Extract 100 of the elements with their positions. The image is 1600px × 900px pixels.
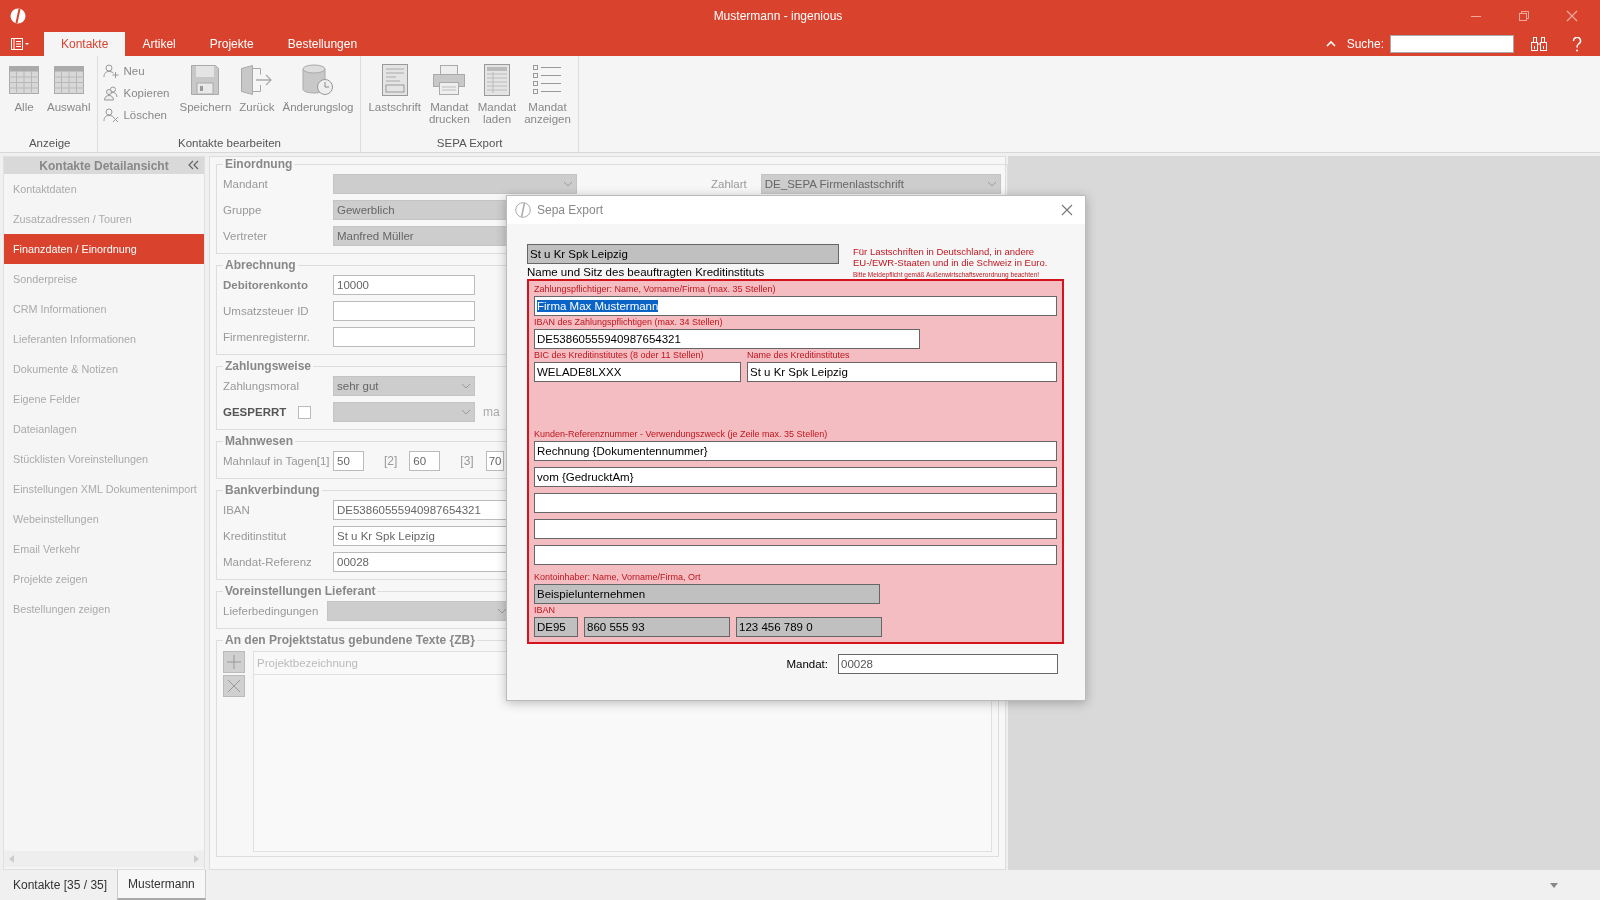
- input-field[interactable]: 60: [409, 451, 441, 471]
- field-label: Mahnlauf in Tagen[1]: [223, 455, 331, 467]
- checkbox[interactable]: [298, 405, 312, 419]
- document-tab[interactable]: Mustermann: [117, 870, 206, 900]
- plus-icon: [226, 654, 242, 670]
- ribbon-button[interactable]: Änderungslog: [278, 62, 358, 115]
- field-label: Lieferbedingungen: [223, 605, 320, 617]
- sidebar-item[interactable]: CRM Informationen: [4, 294, 204, 324]
- field-label: GESPERRT: [223, 406, 287, 418]
- scroll-left-icon[interactable]: [9, 855, 15, 863]
- ribbon-button[interactable]: Mandat anzeigen: [520, 62, 575, 127]
- app-menu-icon[interactable]: [10, 37, 30, 51]
- ribbon-group-title: SEPA Export: [436, 137, 503, 149]
- sidebar-item[interactable]: Eigene Felder: [4, 384, 204, 414]
- sidebar-item[interactable]: Dateianlagen: [4, 414, 204, 444]
- sidebar-item[interactable]: Sonderpreise: [4, 264, 204, 294]
- field-label: Kontoinhaber: Name, Vorname/Firma, Ort: [534, 571, 702, 584]
- database-clock-icon: [301, 64, 334, 96]
- ribbon-button[interactable]: Auswahl: [43, 62, 95, 115]
- input-field[interactable]: 00028: [838, 654, 1058, 674]
- delete-button[interactable]: [223, 675, 245, 697]
- sidebar-item[interactable]: Finanzdaten / Einordnung: [4, 234, 204, 264]
- input-field[interactable]: Beispielunternehmen: [534, 584, 880, 604]
- chevron-down-icon: [461, 409, 471, 415]
- field-label: Zahlart: [711, 178, 747, 190]
- ribbon-button[interactable]: Löschen: [101, 106, 172, 124]
- help-icon[interactable]: [1572, 36, 1582, 52]
- input-field[interactable]: [534, 519, 1057, 539]
- sidebar-item[interactable]: Bestellungen zeigen: [4, 594, 204, 624]
- input-field[interactable]: DE95: [534, 617, 578, 637]
- field-label: IBAN: [223, 504, 251, 516]
- ribbon-button[interactable]: Neu: [101, 62, 172, 80]
- window-title: Mustermann - ingenious: [712, 9, 844, 23]
- add-button[interactable]: [223, 651, 245, 673]
- restore-icon[interactable]: [1518, 10, 1530, 22]
- field-label: BIC des Kreditinstitutes (8 oder 11 Stellen): [534, 349, 705, 362]
- sidebar-item[interactable]: Webeinstellungen: [4, 504, 204, 534]
- close-icon: [226, 678, 242, 694]
- ribbon-button[interactable]: Alle: [5, 62, 43, 115]
- input-field[interactable]: DE53860555940987654321: [534, 329, 920, 349]
- zahlart-dropdown[interactable]: DE_SEPA Firmenlastschrift: [760, 174, 1001, 194]
- ribbon-button[interactable]: Mandat drucken: [424, 62, 474, 127]
- input-field[interactable]: 70: [485, 451, 504, 471]
- ribbon-button[interactable]: Mandat laden: [473, 62, 521, 127]
- field-label: Umsatzsteuer ID: [223, 305, 310, 317]
- search-field[interactable]: [1390, 35, 1514, 53]
- collapse-ribbon-icon[interactable]: [1324, 39, 1337, 49]
- binoculars-icon[interactable]: [1530, 36, 1548, 52]
- input-field[interactable]: WELADE8LXXX: [534, 362, 741, 382]
- input-field[interactable]: St u Kr Spk Leipzig: [747, 362, 1057, 382]
- menu-tab[interactable]: Bestellungen: [270, 32, 375, 56]
- input-field[interactable]: St u Kr Spk Leipzig: [527, 244, 839, 264]
- close-icon[interactable]: [1566, 10, 1578, 22]
- sidebar-item[interactable]: Dokumente & Notizen: [4, 354, 204, 384]
- ribbon-button[interactable]: Zurück: [235, 62, 279, 115]
- ribbon-group-title: Anzeige: [28, 137, 71, 149]
- field-label: Gruppe: [223, 204, 263, 216]
- dropdown-field[interactable]: [333, 402, 475, 422]
- menu-tab[interactable]: Artikel: [125, 32, 193, 56]
- user-remove-icon: [103, 107, 120, 123]
- search-label: Suche:: [1346, 37, 1384, 51]
- input-field[interactable]: 50: [333, 451, 364, 471]
- sidebar-item[interactable]: Einstellungen XML Dokumentenimport: [4, 474, 204, 504]
- ribbon-button[interactable]: Lastschrift: [364, 62, 425, 115]
- zahlungsmoral-dropdown[interactable]: sehr gut: [333, 376, 475, 396]
- users-icon: [103, 85, 120, 101]
- sidebar-item[interactable]: Lieferanten Informationen: [4, 324, 204, 354]
- checklist-icon: [533, 64, 562, 96]
- input-field[interactable]: Rechnung {Dokumentennummer}: [534, 441, 1057, 461]
- scroll-right-icon[interactable]: [193, 855, 199, 863]
- horizontal-scrollbar[interactable]: [4, 851, 204, 867]
- ribbon-button[interactable]: Speichern: [175, 62, 236, 115]
- input-field[interactable]: [333, 327, 475, 347]
- caret-down-icon[interactable]: [1550, 882, 1558, 888]
- menu-tab[interactable]: Kontakte: [44, 32, 126, 56]
- close-icon[interactable]: [1061, 204, 1073, 216]
- sidebar-title: Kontakte Detailansicht: [39, 158, 169, 173]
- ribbon-button[interactable]: Kopieren: [101, 84, 172, 102]
- input-field[interactable]: [333, 301, 475, 321]
- input-field[interactable]: vom {GedrucktAm}: [534, 467, 1057, 487]
- input-field[interactable]: 123 456 789 0: [736, 617, 882, 637]
- input-field[interactable]: Firma Max Mustermann: [534, 296, 1057, 316]
- sidebar-item[interactable]: Zusatzadressen / Touren: [4, 204, 204, 234]
- field-label: Mandat:: [786, 658, 828, 670]
- input-field[interactable]: 860 555 93: [584, 617, 730, 637]
- collapse-icon[interactable]: [187, 160, 199, 170]
- sidebar-item[interactable]: Stücklisten Voreinstellungen: [4, 444, 204, 474]
- input-field[interactable]: [534, 493, 1057, 513]
- input-field[interactable]: [534, 545, 1057, 565]
- sidebar-item[interactable]: Email Verkehr: [4, 534, 204, 564]
- chevron-down-icon: [563, 181, 573, 187]
- field-label: Name des Kreditinstitutes: [747, 349, 851, 362]
- sidebar-item[interactable]: Kontaktdaten: [4, 174, 204, 204]
- menu-tab[interactable]: Projekte: [192, 32, 271, 56]
- input-field[interactable]: 10000: [333, 275, 475, 295]
- field-label: Mandant: [223, 178, 269, 190]
- section-title: An den Projektstatus gebundene Texte {ZB}: [224, 633, 476, 647]
- document-tab[interactable]: Kontakte [35 / 35]: [3, 870, 118, 900]
- sidebar-item[interactable]: Projekte zeigen: [4, 564, 204, 594]
- section-title: Abrechnung: [224, 258, 297, 272]
